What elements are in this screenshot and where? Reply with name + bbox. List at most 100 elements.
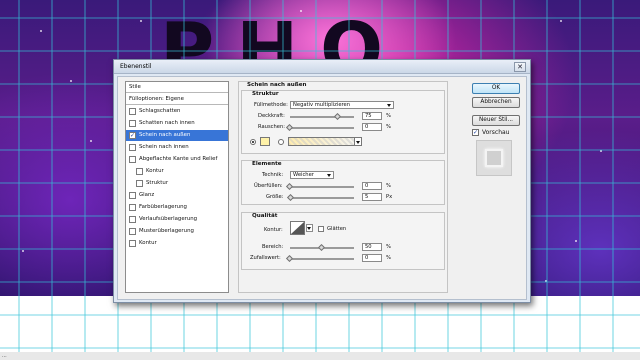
contour-label: Kontur: xyxy=(264,227,283,233)
spread-input[interactable]: 0 xyxy=(362,182,382,190)
styles-item[interactable]: ✓ Schein nach außen xyxy=(126,130,228,141)
size-slider[interactable] xyxy=(290,197,354,199)
noise-input[interactable]: 0 xyxy=(362,123,382,131)
elemente-title: Elemente xyxy=(252,161,282,167)
styles-item-fill-options[interactable]: Fülloptionen: Eigene xyxy=(126,94,228,105)
style-label: Kontur xyxy=(139,240,157,246)
preview-label: Vorschau xyxy=(482,129,510,136)
style-preview-thumbnail xyxy=(476,140,512,176)
star xyxy=(22,250,24,252)
checkmark-icon: ✓ xyxy=(473,129,479,136)
noise-label: Rauschen: xyxy=(258,124,286,130)
opacity-slider[interactable] xyxy=(290,116,354,118)
dialog-title: Ebenenstil xyxy=(120,63,152,70)
style-checkbox[interactable] xyxy=(129,192,136,199)
style-label: Farbüberlagerung xyxy=(139,204,187,210)
blend-mode-value: Negativ multiplizieren xyxy=(293,102,351,108)
styles-item[interactable]: Schlagschatten xyxy=(126,106,228,117)
technique-dropdown[interactable]: Weicher xyxy=(290,171,334,179)
star xyxy=(600,150,602,152)
jitter-unit: % xyxy=(386,255,391,261)
contour-curve-icon xyxy=(291,222,304,234)
close-icon: ✕ xyxy=(517,63,523,71)
style-checkbox[interactable] xyxy=(136,180,143,187)
contour-dropdown[interactable] xyxy=(306,224,313,232)
styles-item[interactable]: Farbüberlagerung xyxy=(126,202,228,213)
size-input[interactable]: 5 xyxy=(362,193,382,201)
style-checkbox[interactable] xyxy=(129,228,136,235)
star xyxy=(70,80,72,82)
style-label: Glanz xyxy=(139,192,155,198)
size-label: Größe: xyxy=(266,194,284,200)
styles-item[interactable]: Kontur xyxy=(126,238,228,249)
noise-slider[interactable] xyxy=(290,127,354,129)
style-checkbox[interactable] xyxy=(129,108,136,115)
opacity-input[interactable]: 75 xyxy=(362,112,382,120)
styles-list-header[interactable]: Stile xyxy=(126,82,228,93)
dialog-titlebar[interactable]: Ebenenstil ✕ xyxy=(114,60,530,74)
dialog-body: Stile Fülloptionen: Eigene Schlagschatte… xyxy=(117,76,527,300)
contour-picker[interactable] xyxy=(290,221,305,235)
new-style-button[interactable]: Neuer Stil... xyxy=(472,115,520,126)
ok-button[interactable]: OK xyxy=(472,83,520,94)
style-checkbox[interactable] xyxy=(129,216,136,223)
style-label: Schein nach innen xyxy=(139,144,189,150)
style-label: Abgeflachte Kante und Relief xyxy=(139,156,218,162)
styles-item[interactable]: Struktur xyxy=(126,178,228,189)
solid-color-radio[interactable] xyxy=(250,139,256,145)
style-checkbox[interactable] xyxy=(129,156,136,163)
styles-item[interactable]: Schatten nach innen xyxy=(126,118,228,129)
style-checkbox[interactable] xyxy=(136,168,143,175)
star xyxy=(300,10,302,12)
style-checkbox[interactable] xyxy=(129,204,136,211)
style-checkbox[interactable] xyxy=(129,144,136,151)
opacity-unit: % xyxy=(386,113,391,119)
styles-item[interactable]: Abgeflachte Kante und Relief xyxy=(126,154,228,165)
star xyxy=(575,240,577,242)
styles-item[interactable]: Verlaufsüberlagerung xyxy=(126,214,228,225)
style-checkbox[interactable] xyxy=(129,120,136,127)
spread-label: Überfüllen: xyxy=(254,183,283,189)
star xyxy=(90,140,92,142)
glow-color-swatch[interactable] xyxy=(260,137,270,146)
style-label: Kontur xyxy=(146,168,164,174)
opacity-label: Deckkraft: xyxy=(258,113,285,119)
styles-item[interactable]: Kontur xyxy=(126,166,228,177)
spread-unit: % xyxy=(386,183,391,189)
technique-label: Technik: xyxy=(262,172,284,178)
styles-item[interactable]: Glanz xyxy=(126,190,228,201)
chevron-down-icon xyxy=(307,227,311,230)
antialias-checkbox[interactable] xyxy=(318,226,324,232)
layer-style-dialog: Ebenenstil ✕ Stile Fülloptionen: Eigene … xyxy=(113,59,531,303)
status-bar: ... xyxy=(0,352,640,360)
jitter-label: Zufallswert: xyxy=(250,255,281,261)
styles-item[interactable]: Musterüberlagerung xyxy=(126,226,228,237)
close-button[interactable]: ✕ xyxy=(514,62,526,72)
preview-checkbox[interactable]: ✓ xyxy=(472,129,479,136)
antialias-label: Glätten xyxy=(327,226,347,232)
style-label: Struktur xyxy=(146,180,169,186)
spread-slider[interactable] xyxy=(290,186,354,188)
gradient-radio[interactable] xyxy=(278,139,284,145)
qualitaet-title: Qualität xyxy=(252,213,278,219)
style-checkbox[interactable] xyxy=(129,240,136,247)
gradient-picker[interactable] xyxy=(288,137,362,146)
gradient-dropdown-icon[interactable] xyxy=(354,137,362,146)
style-label: Musterüberlagerung xyxy=(139,228,194,234)
cancel-button[interactable]: Abbrechen xyxy=(472,97,520,108)
jitter-input[interactable]: 0 xyxy=(362,254,382,262)
technique-value: Weicher xyxy=(293,172,314,178)
style-label: Schein nach außen xyxy=(139,132,191,138)
style-checkbox[interactable]: ✓ xyxy=(129,132,136,139)
styles-item[interactable]: Schein nach innen xyxy=(126,142,228,153)
style-label: Schatten nach innen xyxy=(139,120,195,126)
star xyxy=(545,280,547,282)
chevron-down-icon xyxy=(387,104,391,107)
blend-mode-dropdown[interactable]: Negativ multiplizieren xyxy=(290,101,394,109)
range-input[interactable]: 50 xyxy=(362,243,382,251)
outer-glow-settings: Schein nach außen Struktur Füllmethode: … xyxy=(238,81,450,293)
preview-square xyxy=(485,149,503,167)
star xyxy=(140,20,142,22)
styles-list: Stile Fülloptionen: Eigene Schlagschatte… xyxy=(125,81,229,293)
jitter-slider[interactable] xyxy=(290,258,354,260)
